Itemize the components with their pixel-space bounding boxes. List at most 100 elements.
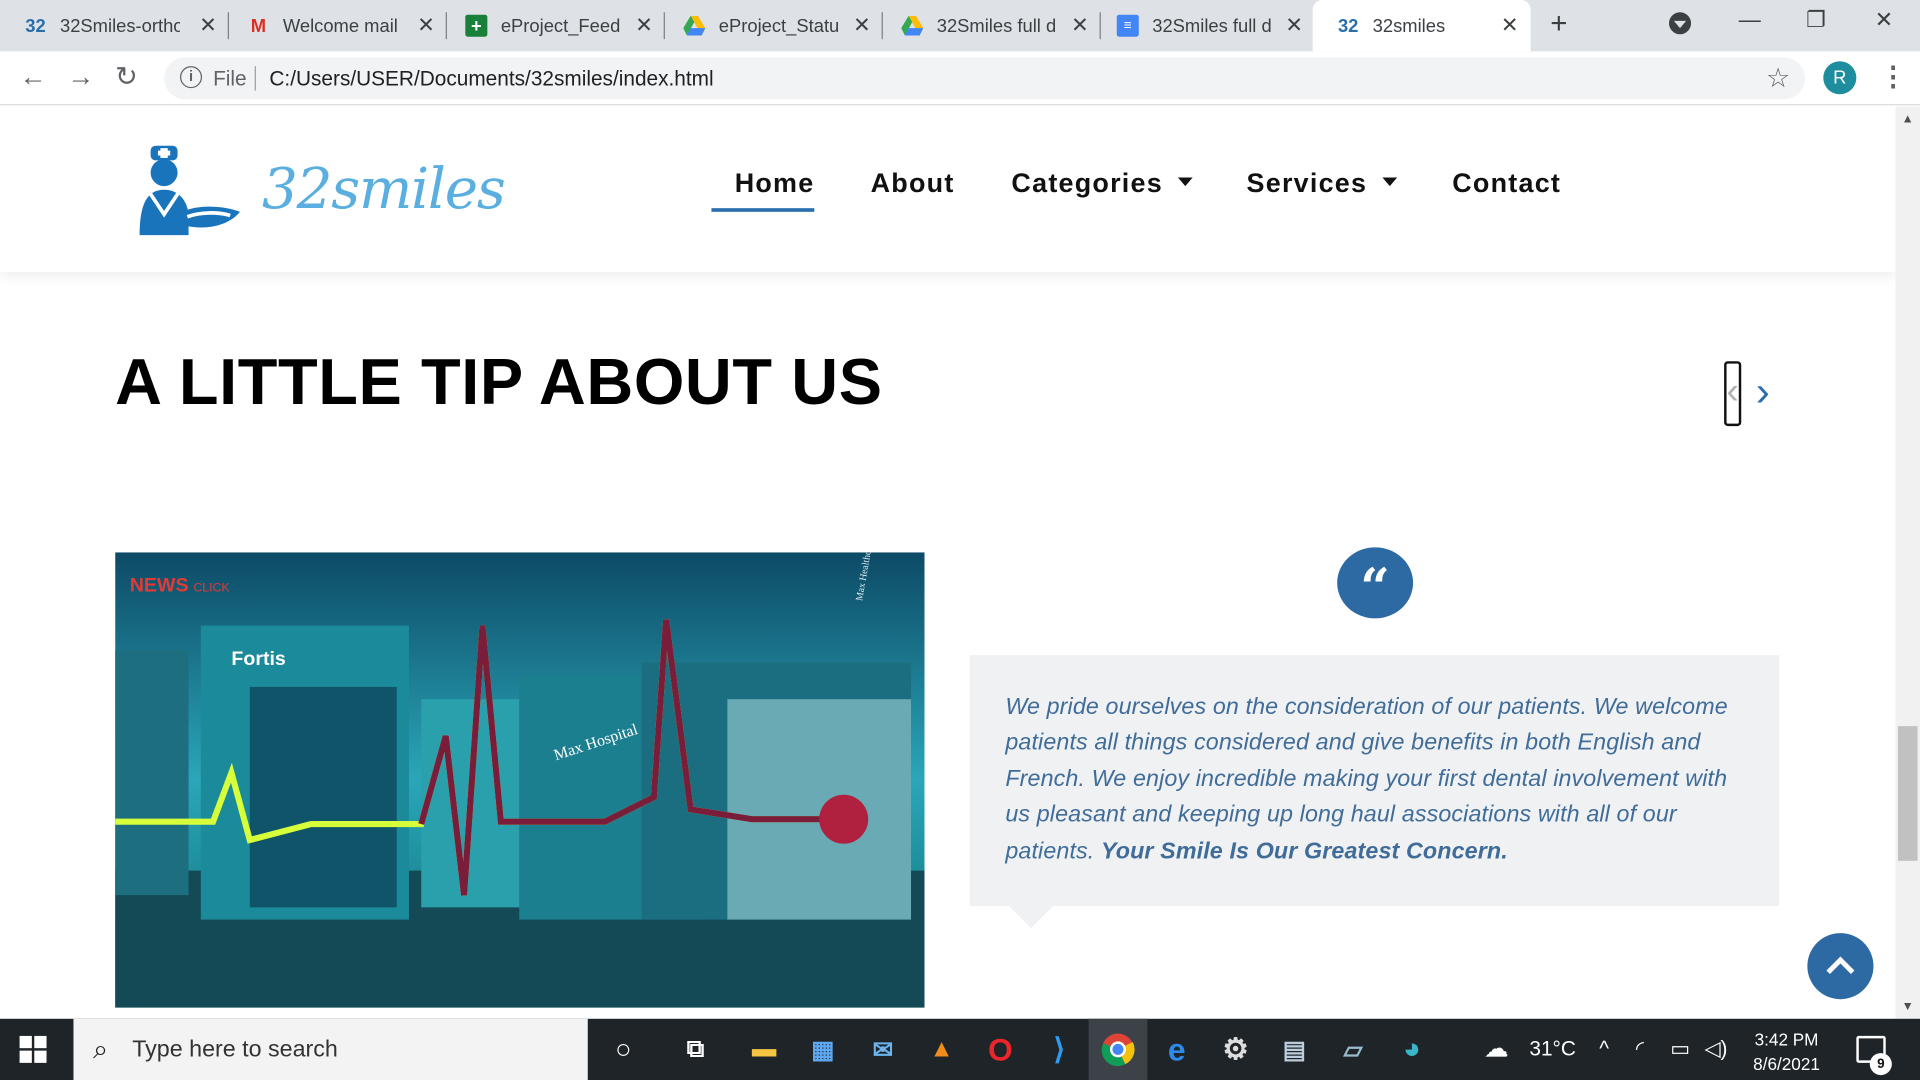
tab-close-icon[interactable]: ✕ <box>1285 13 1302 37</box>
taskbar-search-placeholder: Type here to search <box>132 1037 338 1063</box>
tab-close-icon[interactable]: ✕ <box>1071 13 1088 37</box>
scroll-down-arrow-icon[interactable]: ▼ <box>1902 1000 1914 1013</box>
browser-tab[interactable]: ≡ 32Smiles full documentation ✕ <box>1092 0 1315 51</box>
clock-time: 3:42 PM <box>1754 1029 1819 1050</box>
cortana-icon[interactable]: ○ <box>605 1031 642 1068</box>
tab-close-icon[interactable]: ✕ <box>199 13 216 37</box>
address-url[interactable]: C:/Users/USER/Documents/32smiles/index.h… <box>269 67 713 91</box>
minimize-icon[interactable]: — <box>1739 7 1761 33</box>
tray-chevron-up-icon[interactable]: ^ <box>1599 1037 1609 1061</box>
notification-count-badge: 9 <box>1869 1053 1892 1076</box>
nav-categories[interactable]: Categories <box>1011 167 1193 200</box>
browser-tab[interactable]: + eProject_Feedback ✕ <box>441 0 665 51</box>
tab-title: Welcome mail <box>282 15 398 37</box>
profile-avatar[interactable]: R <box>1823 61 1857 95</box>
restore-icon[interactable]: ❐ <box>1806 7 1826 33</box>
tab-favicon-32smiles: 32 <box>1337 15 1359 37</box>
address-bar[interactable]: i File C:/Users/USER/Documents/32smiles/… <box>164 57 1805 100</box>
settings-gear-icon[interactable]: ⚙ <box>1217 1031 1254 1068</box>
forward-arrow-icon[interactable]: → <box>67 61 94 93</box>
testimonial-quote-box: We pride ourselves on the consideration … <box>969 655 1780 929</box>
clock-date: 8/6/2021 <box>1753 1054 1820 1074</box>
file-explorer-icon[interactable]: ▬ <box>746 1031 783 1068</box>
sheets-icon: + <box>465 14 488 37</box>
google-docs-icon: ≡ <box>1116 14 1139 37</box>
caret-down-icon <box>1177 177 1193 186</box>
quote-emphasis: Your Smile Is Our Greatest Concern. <box>1100 838 1508 865</box>
google-drive-icon <box>901 15 924 37</box>
weather-cloud-icon[interactable]: ☁ <box>1484 1033 1508 1064</box>
nav-categories-label: Categories <box>1011 167 1163 199</box>
opera-icon[interactable]: O <box>982 1030 1019 1068</box>
nav-services-label: Services <box>1246 167 1368 199</box>
tab-close-icon[interactable]: ✕ <box>1501 13 1518 37</box>
back-arrow-icon[interactable]: ← <box>20 61 47 93</box>
address-divider <box>254 66 256 91</box>
site-logo-text[interactable]: 32smiles <box>262 156 506 222</box>
vscode-icon[interactable]: ⟩ <box>1041 1031 1078 1068</box>
tab-search-icon[interactable] <box>1668 11 1692 42</box>
chevron-up-icon <box>1826 956 1855 974</box>
taskbar-search-box[interactable]: ⌕ Type here to search <box>73 1018 588 1080</box>
browser-tab[interactable]: M Welcome mail ✕ <box>223 0 447 51</box>
taskbar-clock[interactable]: 3:42 PM 8/6/2021 <box>1745 1027 1828 1076</box>
browser-toolbar: ← → ↻ i File C:/Users/USER/Documents/32s… <box>0 51 1920 106</box>
back-to-top-button[interactable] <box>1807 933 1874 1000</box>
edge-icon[interactable]: ◕ <box>1393 1031 1430 1068</box>
browser-tab-active[interactable]: 32 32smiles ✕ <box>1312 0 1531 52</box>
browser-tab[interactable]: 32 32Smiles-orthodontics ✕ <box>0 0 229 51</box>
document-app-icon[interactable]: ▤ <box>1276 1031 1313 1068</box>
tab-close-icon[interactable]: ✕ <box>635 13 652 37</box>
info-icon[interactable]: i <box>180 66 203 89</box>
temperature-label[interactable]: 31°C <box>1529 1037 1576 1061</box>
section-title: A LITTLE TIP ABOUT US <box>115 346 883 419</box>
browser-tab-strip: 32 32Smiles-orthodontics ✕ M Welcome mai… <box>0 0 1920 52</box>
chrome-icon[interactable] <box>1100 1031 1137 1068</box>
hospital-hero-image: NEWS CLICK Fortis Max Hospital Max Healt… <box>115 552 925 1008</box>
fortis-label: Fortis <box>231 648 285 670</box>
page-scrollbar[interactable] <box>1895 106 1920 1019</box>
dentist-logo-icon <box>139 145 241 236</box>
carousel-next-button[interactable]: › <box>1756 369 1770 417</box>
newsclick-label: NEWS <box>130 574 189 596</box>
nav-about[interactable]: About <box>871 168 955 200</box>
tab-title: 32Smiles-orthodontics <box>60 15 180 37</box>
tab-close-icon[interactable]: ✕ <box>417 13 434 37</box>
search-icon: ⌕ <box>93 1033 109 1065</box>
tab-title: eProject_Feedback <box>500 15 621 37</box>
mail-icon[interactable]: ✉ <box>864 1031 901 1068</box>
scrollbar-thumb[interactable] <box>1897 726 1918 861</box>
tab-favicon-32smiles: 32 <box>25 15 46 37</box>
tab-title: 32Smiles full documentation <box>1152 15 1272 37</box>
site-header: 32smiles Home About Categories Services … <box>0 106 1896 272</box>
tab-title: eProject_Status <box>718 15 839 37</box>
tab-title: 32smiles <box>1372 15 1446 37</box>
notes-app-icon[interactable]: ▱ <box>1335 1031 1372 1068</box>
hospital-illustration: NEWS CLICK Fortis Max Hospital Max Healt… <box>115 552 925 1008</box>
scroll-up-arrow-icon[interactable]: ▲ <box>1902 113 1914 126</box>
nav-contact[interactable]: Contact <box>1452 168 1561 200</box>
nav-services[interactable]: Services <box>1247 168 1397 200</box>
bookmark-star-icon[interactable]: ☆ <box>1766 62 1790 94</box>
windows-taskbar: ⌕ Type here to search ○ ⧉ ▬ ▦ ✉ ▲ O ⟩ e … <box>0 1018 1920 1080</box>
wifi-icon[interactable]: ◜ <box>1636 1037 1644 1061</box>
reload-icon[interactable]: ↻ <box>115 61 138 93</box>
new-tab-plus-icon[interactable]: + <box>1550 7 1567 41</box>
browser-menu-icon[interactable]: ⋮ <box>1880 61 1907 93</box>
volume-icon[interactable]: ◁) <box>1705 1037 1728 1061</box>
windows-start-icon[interactable] <box>19 1035 47 1063</box>
quote-icon: “ <box>1337 547 1414 619</box>
carousel-prev-button[interactable]: ‹ <box>1724 361 1742 427</box>
window-close-icon[interactable]: ✕ <box>1875 7 1893 33</box>
vlc-icon[interactable]: ▲ <box>923 1031 960 1068</box>
address-scheme-label: File <box>213 67 247 91</box>
nav-home[interactable]: Home <box>711 168 815 212</box>
browser-tab[interactable]: eProject_Status ✕ <box>659 0 883 51</box>
page-viewport: 32smiles Home About Categories Services … <box>0 106 1896 1019</box>
browser-tab[interactable]: 32Smiles full documentation ✕ <box>877 0 1101 51</box>
microsoft-store-icon[interactable]: ▦ <box>804 1031 841 1068</box>
tab-close-icon[interactable]: ✕ <box>853 13 870 37</box>
battery-icon[interactable]: ▭ <box>1670 1037 1690 1061</box>
task-view-icon[interactable]: ⧉ <box>677 1031 714 1068</box>
internet-explorer-icon[interactable]: e <box>1158 1030 1195 1068</box>
